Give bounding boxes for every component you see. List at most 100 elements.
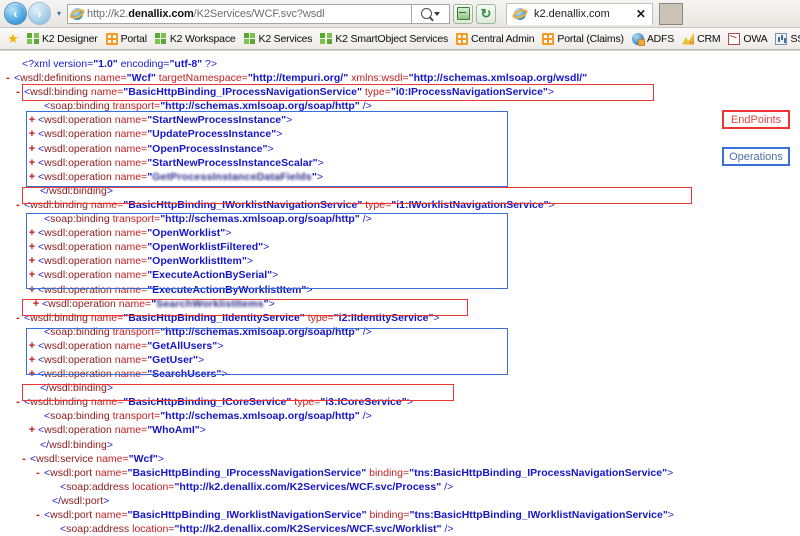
browser-tab[interactable]: k2.denallix.com ✕ bbox=[506, 2, 653, 25]
expand-node-icon[interactable]: + bbox=[28, 367, 36, 381]
collapse-node-icon[interactable]: - bbox=[4, 71, 12, 85]
expand-node-icon[interactable]: + bbox=[28, 339, 36, 353]
expand-node-icon[interactable]: + bbox=[28, 268, 36, 282]
xml-line-content: <wsdl:port name="BasicHttpBinding_IWorkl… bbox=[44, 509, 674, 521]
favorites-link-label: Central Admin bbox=[471, 32, 535, 45]
favorites-link-k2-smartobject-services[interactable]: K2 SmartObject Services bbox=[316, 30, 452, 48]
xml-line: - <wsdl:binding name="BasicHttpBinding_IP… bbox=[0, 85, 800, 99]
xml-line: - <wsdl:binding name="BasicHttpBinding_IW… bbox=[0, 198, 800, 212]
expand-node-icon[interactable]: + bbox=[28, 423, 36, 437]
xml-line: + <wsdl:operation name="OpenWorklistItem"… bbox=[0, 254, 800, 268]
chevron-down-icon bbox=[434, 11, 440, 16]
xml-line: - <wsdl:binding name="BasicHttpBinding_IC… bbox=[0, 395, 800, 409]
collapse-node-icon[interactable]: - bbox=[14, 311, 22, 325]
xml-line-content: <wsdl:operation name="WhoAmI"> bbox=[38, 424, 206, 437]
k2-squares-icon bbox=[27, 32, 39, 45]
xml-line-content: <soap:binding transport="http://schemas.… bbox=[44, 100, 372, 113]
favorites-link-portal-claims[interactable]: Portal (Claims) bbox=[538, 30, 627, 48]
tab-strip: k2.denallix.com ✕ bbox=[506, 2, 683, 25]
portal-icon bbox=[456, 32, 469, 45]
navigation-buttons: ‹ › ▾ bbox=[2, 2, 66, 25]
favorites-link-label: OWA bbox=[743, 32, 768, 45]
expand-node-icon[interactable]: + bbox=[28, 156, 36, 170]
search-dropdown[interactable] bbox=[412, 3, 450, 24]
xml-line-content: <wsdl:operation name="OpenProcessInstanc… bbox=[38, 142, 274, 155]
crm-chart-icon bbox=[682, 32, 695, 45]
legend-endpoints-label: EndPoints bbox=[730, 113, 782, 126]
favorites-link-portal[interactable]: Portal bbox=[102, 30, 151, 48]
favorites-add-button[interactable]: ★ bbox=[3, 30, 23, 48]
expand-node-icon[interactable]: + bbox=[28, 254, 36, 268]
star-icon: ★ bbox=[7, 30, 19, 46]
expand-node-icon[interactable]: + bbox=[28, 353, 36, 367]
favorites-link-central-admin[interactable]: Central Admin bbox=[452, 30, 538, 48]
favorites-link-label: Portal (Claims) bbox=[557, 32, 624, 45]
tab-title: k2.denallix.com bbox=[534, 8, 610, 20]
favorites-link-ssrs[interactable]: SSRS bbox=[771, 30, 800, 48]
collapse-node-icon[interactable]: - bbox=[14, 395, 22, 409]
back-button[interactable]: ‹ bbox=[4, 2, 27, 25]
adfs-globe-icon bbox=[631, 32, 645, 46]
collapse-node-icon[interactable]: - bbox=[14, 198, 22, 212]
xml-line-content: <wsdl:operation name="OpenWorklistItem"> bbox=[38, 255, 253, 268]
close-icon[interactable]: ✕ bbox=[636, 7, 646, 21]
xml-line: <soap:address location="http://k2.denall… bbox=[0, 480, 800, 494]
collapse-node-icon[interactable]: - bbox=[34, 466, 42, 480]
xml-line: + <wsdl:operation name="UpdateProcessInst… bbox=[0, 127, 800, 141]
internet-explorer-icon bbox=[68, 6, 86, 21]
forward-button[interactable]: › bbox=[28, 2, 51, 25]
xml-line: <soap:binding transport="http://schemas.… bbox=[0, 325, 800, 339]
expand-node-icon[interactable]: + bbox=[28, 283, 36, 297]
browser-window: ‹ › ▾ http://k2.denallix.com/K2Services/… bbox=[0, 0, 800, 536]
xml-line-content: <wsdl:operation name="StartNewProcessIns… bbox=[38, 114, 293, 127]
expand-node-icon[interactable]: + bbox=[32, 297, 40, 311]
favorites-link-k2-services[interactable]: K2 Services bbox=[240, 30, 317, 48]
favorites-link-label: ADFS bbox=[646, 32, 675, 45]
favorites-link-label: K2 Services bbox=[258, 32, 313, 45]
xml-line: + <wsdl:operation name="OpenWorklistFilte… bbox=[0, 240, 800, 254]
expand-node-icon[interactable]: + bbox=[28, 226, 36, 240]
legend-operations: Operations bbox=[722, 147, 790, 166]
xml-line-content: </wsdl:binding> bbox=[40, 184, 113, 197]
xml-line: </wsdl:binding> bbox=[0, 381, 800, 395]
expand-node-icon[interactable]: + bbox=[28, 240, 36, 254]
favorites-link-k2-designer[interactable]: K2 Designer bbox=[23, 30, 102, 48]
compatibility-view-button[interactable] bbox=[453, 3, 473, 24]
collapse-node-icon[interactable]: - bbox=[20, 452, 28, 466]
ssrs-report-icon bbox=[775, 32, 788, 45]
favorites-link-owa[interactable]: OWA bbox=[724, 30, 771, 48]
favorites-link-crm[interactable]: CRM bbox=[678, 30, 724, 48]
chevron-down-icon: ▾ bbox=[56, 9, 61, 18]
xml-line: - <wsdl:binding name="BasicHttpBinding_II… bbox=[0, 311, 800, 325]
expand-node-icon[interactable]: + bbox=[28, 170, 36, 184]
collapse-node-icon[interactable]: - bbox=[34, 508, 42, 522]
xml-line: + <wsdl:operation name="SearchUsers"> bbox=[0, 367, 800, 381]
xml-line: + <wsdl:operation name="GetUser"> bbox=[0, 353, 800, 367]
expand-node-icon[interactable]: + bbox=[28, 142, 36, 156]
xml-line-content: <wsdl:binding name="BasicHttpBinding_ICo… bbox=[24, 396, 413, 409]
new-tab-button[interactable] bbox=[658, 2, 683, 25]
favorites-link-adfs[interactable]: ADFS bbox=[628, 30, 678, 48]
history-dropdown-button[interactable]: ▾ bbox=[52, 4, 66, 24]
expand-node-icon[interactable]: + bbox=[28, 127, 36, 141]
favorites-link-k2-workspace[interactable]: K2 Workspace bbox=[151, 30, 240, 48]
xml-line-content: <wsdl:operation name="GetProcessInstance… bbox=[38, 170, 323, 183]
legend-operations-label: Operations bbox=[729, 150, 783, 163]
xml-line-content: <wsdl:operation name="SearchWorklistItem… bbox=[42, 297, 275, 310]
url-input[interactable]: http://k2.denallix.com/K2Services/WCF.sv… bbox=[67, 3, 412, 24]
xml-line-content: <soap:binding transport="http://schemas.… bbox=[44, 213, 372, 226]
favorites-link-label: CRM bbox=[697, 32, 721, 45]
xml-line: <soap:address location="http://k2.denall… bbox=[0, 522, 800, 536]
back-arrow-icon: ‹ bbox=[13, 6, 18, 21]
xml-line: + <wsdl:operation name="GetAllUsers"> bbox=[0, 339, 800, 353]
favorites-bar: ★ K2 Designer Portal K2 Workspace K2 Service… bbox=[0, 28, 800, 50]
favorites-link-label: K2 SmartObject Services bbox=[335, 32, 449, 45]
collapse-node-icon[interactable]: - bbox=[14, 85, 22, 99]
xml-line-content: <wsdl:operation name="SearchUsers"> bbox=[38, 368, 228, 381]
xml-line: + <wsdl:operation name="StartNewProcessIn… bbox=[0, 156, 800, 170]
xml-line: + <wsdl:operation name="OpenWorklist"> bbox=[0, 226, 800, 240]
refresh-button[interactable]: ↻ bbox=[476, 3, 496, 24]
expand-node-icon[interactable]: + bbox=[28, 113, 36, 127]
xml-line: </wsdl:binding> bbox=[0, 438, 800, 452]
k2-squares-icon bbox=[154, 32, 167, 45]
